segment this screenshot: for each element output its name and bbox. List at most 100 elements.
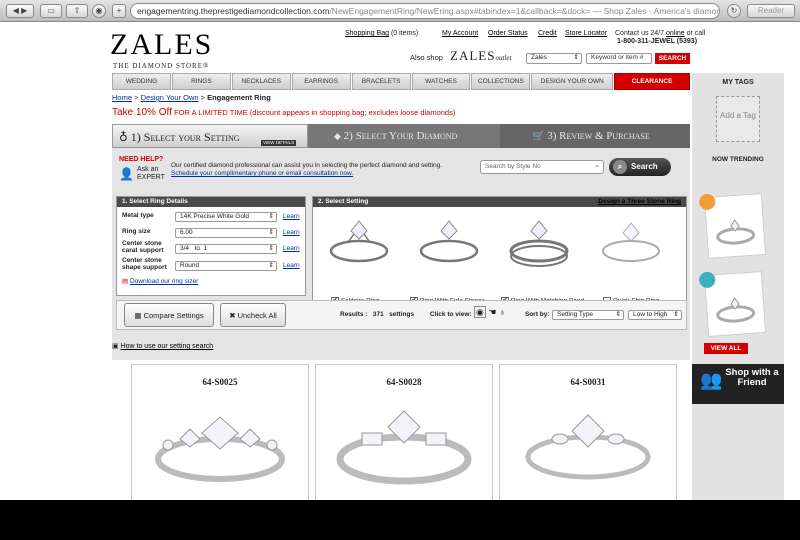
sort-select[interactable]: Setting Type ⇕ [552,310,624,320]
uncheck-all-button[interactable]: ✖ Uncheck All [220,303,286,327]
address-bar[interactable]: engagementring.theprestigediamondcollect… [130,3,720,19]
reload-icon[interactable]: ↻ [727,4,741,18]
contact-online-link[interactable]: online [666,30,685,37]
product-card[interactable]: 64-S0031 [499,364,677,500]
view-hand-icon[interactable]: ☚ [488,307,496,317]
shop-with-friend-button[interactable]: 👥 Shop with a Friend [692,364,784,404]
top-sites-icon[interactable]: ◉ [92,4,106,18]
setting-type-images[interactable] [321,213,681,271]
ring-sizer-link[interactable]: ▤ Download our ring sizer [122,277,198,285]
select-arrow-icon: ⇕ [268,245,274,252]
nav-bracelets[interactable]: BRACELETS [351,73,411,90]
three-stone-link[interactable]: Design a Three Stone Ring [598,197,681,207]
promo-main: Take 10% Off [112,107,172,118]
trending-item[interactable] [698,271,767,337]
store-locator-link[interactable]: Store Locator [565,30,607,37]
nav-necklaces[interactable]: NECKLACES [231,73,291,90]
nav-clearance[interactable]: CLEARANCE [614,73,690,90]
tab-review-purchase[interactable]: 🛒 3) Review & Purchase [500,124,690,148]
carat-support-select[interactable]: 3/4 to 1 ⇕ [175,244,277,254]
how-to-text: How to use our setting search [120,343,214,350]
metal-learn-link[interactable]: Learn [283,213,300,220]
ring-details-box: 1. Select Ring Details Metal type 14K Pr… [116,196,306,296]
product-image [336,410,472,485]
compare-settings-button[interactable]: ▦ Compare Settings [124,303,214,327]
select-arrow-icon: ⇕ [268,229,274,236]
results-count: Results : 371 settings [340,311,414,318]
nav-watches[interactable]: WATCHES [411,73,471,90]
ring-size-select[interactable]: 6.00 ⇕ [175,228,277,238]
product-card[interactable]: 64-S0025 [131,364,309,500]
my-account-link[interactable]: My Account [442,30,478,37]
logo-tagline: THE DIAMOND STORE® [113,62,210,70]
help-text: Our certified diamond professional can a… [171,162,471,178]
product-sku: 64-S0028 [386,377,422,387]
add-tag-slot[interactable]: Add a Tag [716,96,760,142]
trending-item[interactable] [698,193,767,259]
style-search-button-label: Search [631,162,658,171]
nav-collections[interactable]: COLLECTIONS [471,73,531,90]
contact-suffix: or call [686,30,706,37]
tab-select-setting[interactable]: ♁ 1) Select your Setting VIEW DETAILS [112,124,308,148]
credit-link[interactable]: Credit [538,30,557,37]
zales-outlet-logo[interactable]: ZALESoutlet [450,48,511,64]
uncheck-icon: ✖ [229,311,236,320]
metal-type-select[interactable]: 14K Precise White Gold ⇕ [175,212,277,222]
tab-select-diamond[interactable]: ◆ 2) Select Your Diamond [308,124,500,148]
view-top-icon[interactable]: ◉ [474,306,486,318]
product-sku: 64-S0031 [570,377,606,387]
shopping-bag-link[interactable]: Shopping Bag [345,30,389,37]
back-forward-buttons[interactable]: ◀ ▶ [6,4,34,18]
quick-ship-ring-image [602,240,660,262]
search-button[interactable]: SEARCH [655,53,690,64]
step-3-label: 3) Review & Purchase [547,130,650,142]
breadcrumb-home[interactable]: Home [112,93,132,102]
select-setting-box: 2. Select Setting Design a Three Stone Ri… [312,196,687,312]
nav-wedding[interactable]: WEDDING [112,73,171,90]
view-details-button[interactable]: VIEW DETAILS [261,140,297,146]
style-search-input[interactable]: Search by Style No ⌕ [480,160,604,174]
ring-size-label: Ring size [122,228,151,235]
store-select[interactable]: Zales ⇕ [526,53,582,64]
consultation-link[interactable]: Schedule your complimentary phone or ema… [171,170,353,177]
carat-support-label: Center stone carat support [122,240,164,254]
order-status-link[interactable]: Order Status [488,30,528,37]
view-side-icon[interactable]: ♁ [499,307,506,317]
product-image [155,416,285,482]
view-all-button[interactable]: VIEW ALL [704,343,748,354]
url-host: engagementring.theprestigediamondcollect… [137,6,330,16]
magnifier-icon: ⌕ [613,160,627,174]
nav-design-your-own[interactable]: DESIGN YOUR OWN [531,73,614,90]
order-select[interactable]: Low to High ⇕ [628,310,682,320]
matching-band-ring-image [509,239,569,267]
breadcrumb-design[interactable]: Design Your Own [141,93,199,102]
tabs-overview-button[interactable]: ▭ [40,4,62,18]
select-arrow-icon: ⇕ [268,262,274,269]
doc-icon: ▣ [112,343,119,350]
select-setting-title: 2. Select Setting [318,198,369,205]
select-setting-header: 2. Select Setting Design a Three Stone Ri… [313,197,686,207]
ring-size-learn-link[interactable]: Learn [283,229,300,236]
product-card[interactable]: 64-S0028 [315,364,493,500]
zales-logo[interactable]: ZALES [110,30,213,60]
ring-size-value: 6.00 [180,229,193,236]
keyword-search-input[interactable]: Keyword or item # [586,53,652,64]
search-icon: ⌕ [595,163,599,170]
nav-rings[interactable]: RINGS [171,73,231,90]
page-title: — Shop Zales - America's diamond ... [592,6,719,16]
need-help-label: NEED HELP? [119,156,164,163]
step-2-label: 2) Select Your Diamond [343,130,458,142]
share-icon[interactable]: ⇧ [66,4,88,18]
how-to-link[interactable]: ▣ How to use our setting search [112,342,213,350]
carat-learn-link[interactable]: Learn [283,245,300,252]
shape-learn-link[interactable]: Learn [283,262,300,269]
view-icons: ◉ ☚ ♁ [474,306,506,318]
shape-support-select[interactable]: Round ⇕ [175,261,277,271]
outlet-logo-text: ZALES [450,48,496,63]
ask-expert-link[interactable]: Ask an EXPERT [137,166,165,182]
promo-detail: FOR A LIMITED TIME (discount appears in … [174,108,456,117]
style-search-button[interactable]: ⌕ Search [609,158,671,176]
add-bookmark-button[interactable]: + [112,4,126,18]
reader-button[interactable]: Reader [747,4,795,18]
nav-earrings[interactable]: EARRINGS [291,73,351,90]
